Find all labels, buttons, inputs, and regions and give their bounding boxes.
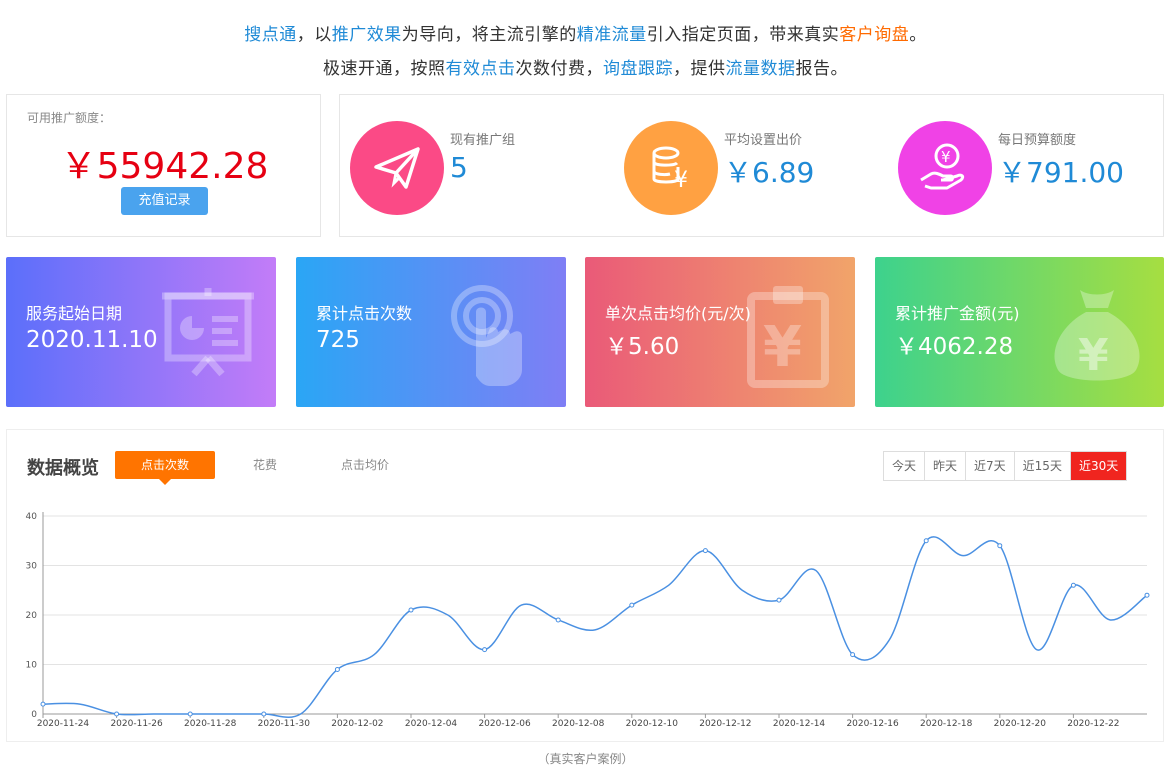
x-tick-label: 2020-12-22 xyxy=(1067,719,1119,729)
touch-click-icon xyxy=(451,285,522,386)
x-tick-label: 2020-11-30 xyxy=(258,719,311,729)
stat-ad-groups: 现有推广组 5 xyxy=(340,95,615,238)
x-tick-label: 2020-12-16 xyxy=(846,719,899,729)
headline-line-2: 极速开通，按照有效点击次数付费，询盘跟踪，提供流量数据报告。 xyxy=(0,54,1171,79)
data-point xyxy=(187,711,193,717)
data-overview-panel: 数据概览 点击次数 花费 点击均价 今天 昨天 近7天 近15天 近30天 01… xyxy=(6,429,1164,742)
y-tick-label: 30 xyxy=(26,562,38,572)
card-title: 服务起始日期 xyxy=(26,304,123,323)
card-total-clicks: 累计点击次数 725 xyxy=(296,257,566,407)
card-service-start-date: 服务起始日期 2020.11.10 xyxy=(6,257,276,407)
headline-segment: 引入指定页面，带来真实 xyxy=(646,25,840,45)
headline-segment: 搜点通 xyxy=(244,25,297,45)
stat-avg-bid: ¥ 平均设置出价 ￥6.89 xyxy=(614,95,889,238)
data-point xyxy=(334,666,340,672)
headline-segment: 推广效果 xyxy=(331,25,402,45)
stat-value: ￥6.89 xyxy=(724,156,815,189)
footnote: （真实客户案例） xyxy=(537,752,634,766)
presentation-board-icon xyxy=(162,288,254,377)
data-point xyxy=(850,652,856,658)
svg-text:¥: ¥ xyxy=(941,148,951,166)
data-point xyxy=(776,597,782,603)
recharge-record-button[interactable]: 充值记录 xyxy=(121,187,208,215)
x-tick-label: 2020-11-26 xyxy=(110,719,163,729)
headline-segment: 精准流量 xyxy=(576,25,647,45)
x-tick-label: 2020-12-18 xyxy=(920,719,973,729)
x-tick-label: 2020-12-04 xyxy=(405,719,458,729)
card-title: 累计推广金额(元) xyxy=(895,304,1020,323)
x-tick-label: 2020-12-20 xyxy=(994,719,1047,729)
y-tick-label: 10 xyxy=(26,661,38,671)
y-tick-label: 40 xyxy=(26,512,38,522)
clipboard-yuan-icon: ¥ xyxy=(747,286,829,388)
x-tick-label: 2020-12-06 xyxy=(478,719,531,729)
headline-line-1: 搜点通，以推广效果为导向，将主流引擎的精准流量引入指定页面，带来真实客户询盘。 xyxy=(0,20,1171,45)
stat-daily-budget: ¥ 每日预算额度 ￥791.00 xyxy=(888,95,1165,238)
x-tick-label: 2020-11-28 xyxy=(184,719,237,729)
balance-label: 可用推广额度： xyxy=(27,111,112,125)
data-point xyxy=(482,647,488,653)
headline-segment: 客户询盘 xyxy=(839,25,910,45)
paper-plane-icon xyxy=(350,121,444,215)
coin-stack-icon: ¥ xyxy=(624,121,718,215)
card-total-spend: 累计推广金额(元) ￥4062.28 ¥ xyxy=(875,257,1164,407)
headline-segment: ，以 xyxy=(296,25,332,45)
card-value: 2020.11.10 xyxy=(26,327,158,353)
stat-label: 每日预算额度 xyxy=(998,133,1077,148)
headline-segment: 为导向，将主流引擎的 xyxy=(401,25,577,45)
card-value: 725 xyxy=(316,327,360,353)
stat-value: 5 xyxy=(450,151,468,184)
clicks-line-chart: 0102030402020-11-24 2020-11-26 2020-11-28 2… xyxy=(26,512,1150,729)
svg-text:¥: ¥ xyxy=(763,315,802,380)
headline-segment: 次数付费， xyxy=(515,59,603,79)
card-value: ￥5.60 xyxy=(605,334,680,360)
headline-segment: ，提供 xyxy=(673,59,726,79)
stat-label: 平均设置出价 xyxy=(724,133,803,148)
data-point xyxy=(261,711,267,717)
data-point xyxy=(408,607,414,613)
headline-segment: 有效点击 xyxy=(445,59,516,79)
stat-label: 现有推广组 xyxy=(450,133,516,148)
headline-segment: 流量数据 xyxy=(725,59,796,79)
stats-panel: 现有推广组 5 ¥ 平均设置出价 ￥6.89 ¥ 每日预算额度 ￥791.00 xyxy=(339,94,1164,237)
headline-segment: 极速开通，按照 xyxy=(323,59,446,79)
hand-coin-icon: ¥ xyxy=(898,121,992,215)
data-point xyxy=(702,548,708,554)
card-title: 单次点击均价(元/次) xyxy=(605,304,751,323)
data-point xyxy=(997,543,1003,549)
headline-segment: 报告。 xyxy=(795,59,848,79)
x-tick-label: 2020-12-10 xyxy=(626,719,679,729)
x-tick-label: 2020-12-14 xyxy=(773,719,826,729)
data-point xyxy=(629,602,635,608)
data-point xyxy=(40,701,46,707)
balance-panel: 可用推广额度： ￥55942.28 充值记录 xyxy=(6,94,321,237)
headline-segment: 询盘跟踪 xyxy=(603,59,673,79)
svg-text:¥: ¥ xyxy=(674,168,688,193)
balance-value: ￥55942.28 xyxy=(60,146,269,187)
headline-segment: 。 xyxy=(909,25,927,45)
stat-value: ￥791.00 xyxy=(998,156,1124,189)
money-bag-icon: ¥ xyxy=(1054,290,1140,381)
x-tick-label: 2020-12-02 xyxy=(331,719,383,729)
series-line xyxy=(42,536,1148,719)
svg-text:¥: ¥ xyxy=(1078,330,1109,381)
y-tick-label: 20 xyxy=(26,611,38,621)
data-point xyxy=(1070,582,1076,588)
card-value: ￥4062.28 xyxy=(895,334,1014,360)
data-point xyxy=(114,711,120,717)
card-avg-click-price: 单次点击均价(元/次) ￥5.60 ¥ xyxy=(585,257,855,407)
card-title: 累计点击次数 xyxy=(316,304,413,323)
data-point xyxy=(1144,592,1150,598)
data-point xyxy=(923,538,929,544)
x-tick-label: 2020-12-12 xyxy=(699,719,751,729)
x-tick-label: 2020-11-24 xyxy=(37,719,90,729)
data-point xyxy=(555,617,561,623)
x-tick-label: 2020-12-08 xyxy=(552,719,605,729)
